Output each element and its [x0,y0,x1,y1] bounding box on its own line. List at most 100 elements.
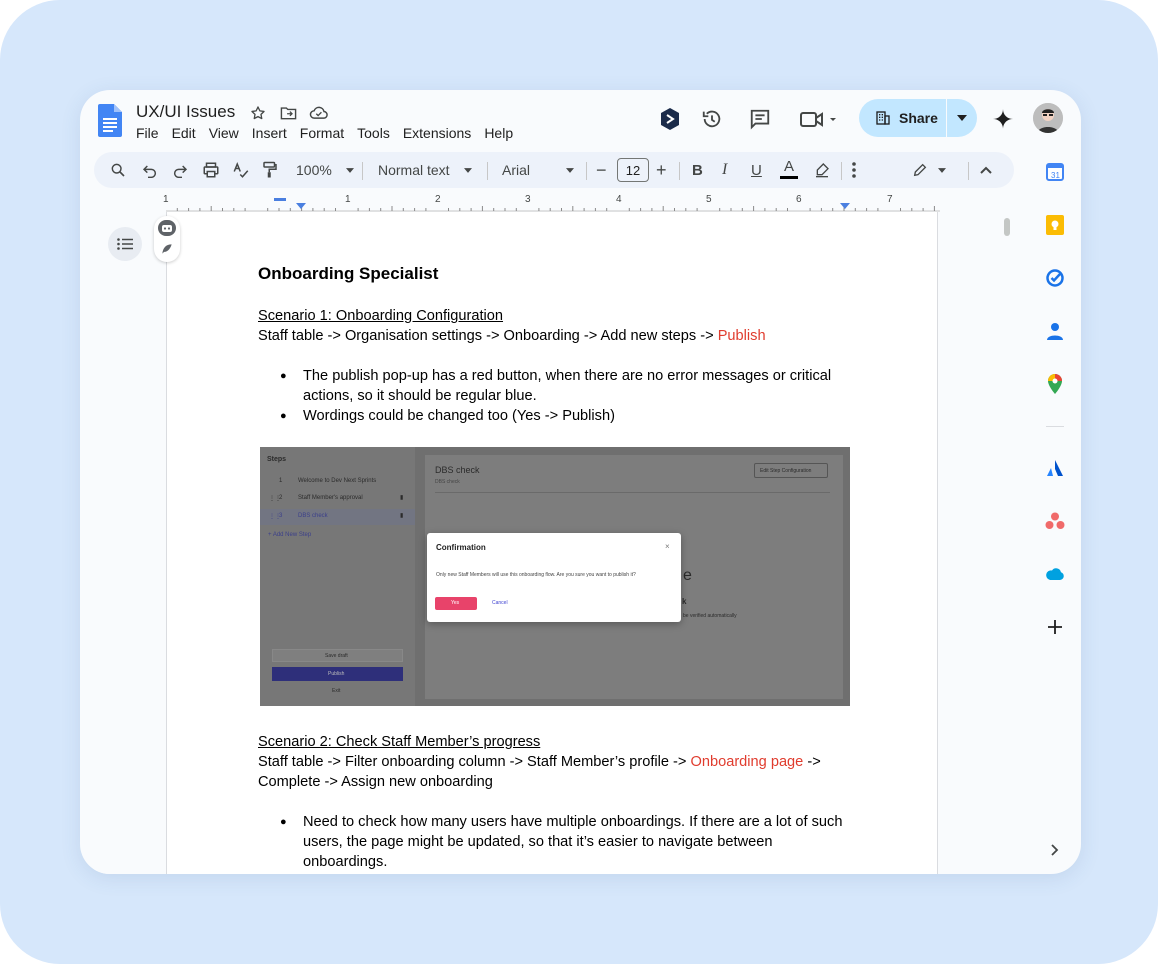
move-folder-icon[interactable] [278,103,298,123]
more-options-icon[interactable] [852,160,856,180]
underline-button[interactable]: U [751,160,762,180]
list-outline-icon [117,238,133,250]
scenario2-bullets: Need to check how many users have multip… [258,812,858,872]
bold-button[interactable]: B [692,160,703,180]
redo-icon[interactable] [172,160,188,180]
ruler-number: 7 [887,194,893,205]
feather-pen-icon[interactable] [160,242,174,256]
google-calendar-icon[interactable]: 31 [1043,160,1067,184]
scenario1-bullets: The publish pop-up has a red button, whe… [258,366,858,426]
screenshot-publish-label: Publish [328,671,345,677]
menu-edit[interactable]: Edit [172,125,196,141]
print-icon[interactable] [202,160,220,180]
google-maps-icon[interactable] [1043,372,1067,396]
document-outline-button[interactable] [108,227,142,261]
ruler-number: 1 [163,194,169,205]
decrease-font-size-button[interactable]: − [596,160,607,180]
side-panel-apps: 31 [1040,150,1070,870]
text-color-button[interactable]: A [780,158,798,182]
gemini-sparkle-icon[interactable] [991,107,1015,131]
scenario2-title: Scenario 2: Check Staff Member’s progres… [258,734,541,750]
menu-view[interactable]: View [209,125,239,141]
editing-mode-icon[interactable] [912,160,946,180]
share-main-button[interactable]: Share [859,99,946,137]
highlight-color-icon[interactable] [814,160,830,180]
meet-video-icon[interactable] [798,107,840,131]
ruler-number: 5 [706,194,712,205]
asana-icon[interactable] [1043,509,1067,533]
cloud-saved-icon[interactable] [308,103,328,123]
salesforce-cloud-icon[interactable] [1043,562,1067,586]
scenario1-path: Staff table -> Organisation settings -> … [258,326,858,346]
docs-window: UX/UI Issues File Edit View Insert Forma… [80,90,1081,874]
screenshot-save-draft-label: Save draft [325,653,348,659]
doc-heading: Onboarding Specialist [258,264,439,283]
paint-format-icon[interactable] [262,160,278,180]
share-button[interactable]: Share [859,99,977,137]
screenshot-steps-panel: Steps 1 Welcome to Dev Next Sprints ⋮⋮ 2… [260,447,415,706]
version-history-icon[interactable] [700,107,724,131]
screenshot-step-item: DBS check [298,513,328,519]
google-contacts-icon[interactable] [1043,319,1067,343]
text-color-label: A [783,158,794,175]
ruler-number: 4 [616,194,622,205]
spellcheck-icon[interactable] [232,160,250,180]
paragraph-style-value: Normal text [378,162,450,178]
list-item: The publish pop-up has a red button, whe… [258,366,858,406]
zoom-dropdown-icon [345,167,354,173]
robot-agent-icon[interactable] [158,220,176,236]
menu-help[interactable]: Help [484,125,513,141]
scenario2-path-text-a: Staff table -> Filter onboarding column … [258,754,691,770]
screenshot-edit-config-label: Edit Step Configuration [760,468,812,474]
undo-icon[interactable] [142,160,158,180]
share-label: Share [899,110,938,126]
document-title[interactable]: UX/UI Issues [136,102,235,122]
zoom-value: 100% [296,162,332,178]
extension-hexagon-icon[interactable] [658,107,682,131]
screenshot-steps-title: Steps [267,456,287,463]
user-avatar[interactable] [1033,103,1063,133]
get-addons-plus-icon[interactable] [1043,615,1067,639]
menu-tools[interactable]: Tools [357,125,390,141]
screenshot-yes-button: Yes [435,597,477,610]
editing-mode-dropdown-icon [938,167,946,173]
menu-file[interactable]: File [136,125,159,141]
document-content-scenario2[interactable]: Scenario 2: Check Staff Member’s progres… [258,732,858,872]
toolbar-divider [841,162,842,180]
embedded-screenshot-image[interactable]: Steps 1 Welcome to Dev Next Sprints ⋮⋮ 2… [260,447,850,706]
screenshot-step-number: 3 [279,513,283,519]
italic-button[interactable]: I [722,160,727,180]
vertical-scrollbar-thumb[interactable] [1004,218,1010,236]
screenshot-cancel-label: Cancel [492,600,508,606]
document-content[interactable]: Onboarding Specialist Scenario 1: Onboar… [258,264,858,426]
scenario2-path-highlight: Onboarding page [690,754,804,770]
paragraph-style-select[interactable]: Normal text [378,160,472,180]
font-size-input[interactable]: 12 [617,158,649,182]
atlassian-icon[interactable] [1043,456,1067,480]
trash-icon: ▮ [400,495,404,501]
screenshot-main-title: DBS check [435,465,480,475]
comments-icon[interactable] [748,107,772,131]
font-select[interactable]: Arial [502,160,575,180]
google-docs-logo-icon[interactable] [98,104,122,137]
expand-side-panel-chevron-right-icon[interactable] [1043,838,1067,862]
screenshot-publish-button: Publish [272,667,403,681]
zoom-select[interactable]: 100% [296,160,354,180]
increase-font-size-button[interactable]: + [656,160,667,180]
ruler-number: 3 [525,194,531,205]
horizontal-ruler[interactable]: 1 1 2 3 4 5 6 7 [94,194,1014,212]
menu-format[interactable]: Format [300,125,344,141]
google-tasks-icon[interactable] [1043,266,1067,290]
toolbar-divider [586,162,587,180]
hide-menus-chevron-up-icon[interactable] [980,160,992,180]
google-keep-icon[interactable] [1043,213,1067,237]
menu-extensions[interactable]: Extensions [403,125,471,141]
star-icon[interactable] [248,103,268,123]
side-panel-divider [1046,426,1064,427]
search-menus-icon[interactable] [110,160,126,180]
screenshot-yes-label: Yes [451,600,460,606]
list-item: Need to check how many users have multip… [258,812,858,872]
share-dropdown-icon[interactable] [947,115,977,121]
menu-insert[interactable]: Insert [252,125,287,141]
screenshot-dialog-title: Confirmation [436,543,486,552]
